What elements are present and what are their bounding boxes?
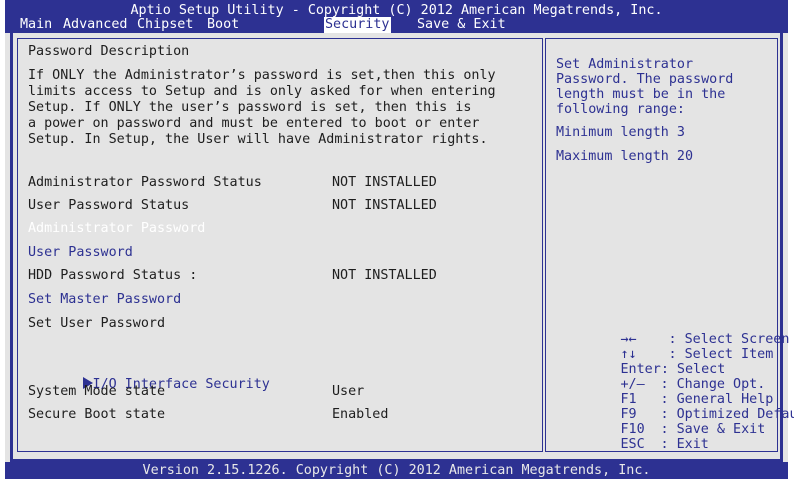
help-exit: ESC: Exit bbox=[620, 437, 709, 452]
user-password-status-value: NOT INSTALLED bbox=[332, 198, 437, 213]
help-description-2: Password. The password bbox=[556, 72, 734, 87]
section-title: Password Description bbox=[28, 44, 190, 59]
menu-security[interactable]: Security bbox=[324, 17, 391, 33]
max-length-text: Maximum length 20 bbox=[556, 149, 694, 164]
header-bar: Aptio Setup Utility - Copyright (C) 2012… bbox=[5, 0, 788, 33]
bios-screen: Aptio Setup Utility - Copyright (C) 2012… bbox=[5, 0, 794, 479]
menu-save-exit[interactable]: Save & Exit bbox=[417, 17, 506, 33]
settings-panel: Password Description If ONLY the Adminis… bbox=[17, 38, 543, 452]
secure-boot-label: Secure Boot state bbox=[28, 407, 166, 422]
help-description-1: Set Administrator bbox=[556, 57, 694, 72]
menu-bar: Main Advanced Chipset Boot Security Save… bbox=[5, 17, 506, 33]
system-mode-value: User bbox=[332, 384, 365, 399]
description-line-4: a power on password and must be entered … bbox=[28, 116, 480, 131]
utility-title: Aptio Setup Utility - Copyright (C) 2012… bbox=[130, 3, 663, 18]
description-line-1: If ONLY the Administrator’s password is … bbox=[28, 68, 496, 83]
set-user-password-item[interactable]: Set User Password bbox=[28, 316, 165, 332]
menu-chipset[interactable]: Chipset bbox=[137, 17, 193, 33]
hdd-password-status-label: HDD Password Status : bbox=[28, 268, 198, 283]
description-line-2: limits access to Setup and is only asked… bbox=[28, 84, 496, 99]
admin-password-status-label: Administrator Password Status bbox=[28, 175, 262, 190]
help-description-3: length must be in the bbox=[556, 87, 726, 102]
hdd-password-status-value: NOT INSTALLED bbox=[332, 268, 437, 283]
description-line-5: Setup. In Setup, the User will have Admi… bbox=[28, 132, 488, 147]
min-length-text: Minimum length 3 bbox=[556, 125, 685, 140]
menu-main[interactable]: Main bbox=[20, 17, 52, 33]
footer-bar: Version 2.15.1226. Copyright (C) 2012 Am… bbox=[5, 462, 788, 479]
content-pane: Password Description If ONLY the Adminis… bbox=[10, 33, 794, 462]
help-panel: Set Administrator Password. The password… bbox=[545, 38, 794, 452]
user-password-item[interactable]: User Password bbox=[28, 245, 133, 261]
admin-password-status-value: NOT INSTALLED bbox=[332, 175, 437, 190]
description-line-3: Setup. If ONLY the user’s password is se… bbox=[28, 100, 472, 115]
secure-boot-value: Enabled bbox=[332, 407, 389, 422]
system-mode-label: System Mode state bbox=[28, 384, 166, 399]
menu-advanced[interactable]: Advanced bbox=[63, 17, 128, 33]
set-master-password-item[interactable]: Set Master Password bbox=[28, 292, 181, 308]
help-description-4: following range: bbox=[556, 102, 685, 117]
administrator-password-item[interactable]: Administrator Password bbox=[28, 221, 205, 237]
user-password-status-label: User Password Status bbox=[28, 198, 190, 213]
menu-boot[interactable]: Boot bbox=[207, 17, 239, 33]
